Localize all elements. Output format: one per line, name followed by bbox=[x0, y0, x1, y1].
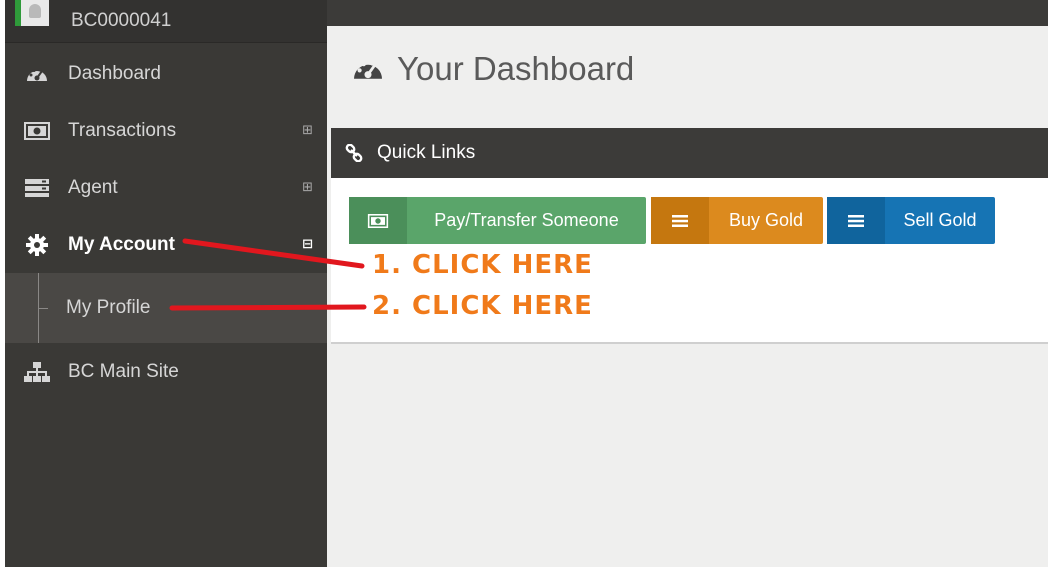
submenu-item-my-profile[interactable]: My Profile bbox=[66, 297, 150, 319]
money-icon bbox=[349, 197, 407, 244]
sidebar-item-label: Dashboard bbox=[68, 62, 161, 84]
panel-title: Quick Links bbox=[377, 142, 476, 163]
sidebar-item-bc-main-site[interactable]: BC Main Site bbox=[5, 343, 327, 400]
pay-transfer-button[interactable]: Pay/Transfer Someone bbox=[349, 197, 646, 244]
button-label: Buy Gold bbox=[728, 210, 804, 230]
sidebar-item-agent[interactable]: Agent ⊞ bbox=[5, 159, 327, 216]
sell-gold-button[interactable]: Sell Gold bbox=[827, 197, 995, 244]
tree-branch bbox=[38, 308, 48, 309]
submenu-my-account: My Profile bbox=[5, 273, 327, 343]
link-icon bbox=[345, 144, 365, 162]
button-label: Pay/Transfer Someone bbox=[434, 210, 619, 230]
expand-icon[interactable]: ⊞ bbox=[302, 180, 313, 195]
sidebar: BC0000041 Dashboard Transactions ⊞ Agent… bbox=[5, 0, 327, 567]
panel-header: Quick Links bbox=[331, 128, 1048, 178]
annotation-step1: 1. CLICK HERE bbox=[372, 250, 593, 280]
collapse-icon[interactable]: ⊟ bbox=[302, 237, 313, 252]
sidebar-item-my-account[interactable]: My Account ⊟ bbox=[5, 216, 327, 273]
sidebar-item-label: BC Main Site bbox=[68, 360, 179, 382]
button-label: Sell Gold bbox=[903, 210, 977, 230]
sitemap-icon bbox=[23, 361, 51, 383]
sidebar-item-label: Agent bbox=[68, 176, 118, 198]
list-icon bbox=[651, 197, 709, 244]
sidebar-item-transactions[interactable]: Transactions ⊞ bbox=[5, 102, 327, 159]
dashboard-gauge-icon bbox=[23, 63, 51, 85]
avatar[interactable] bbox=[15, 0, 49, 26]
dashboard-gauge-icon bbox=[351, 54, 387, 84]
sidebar-item-dashboard[interactable]: Dashboard bbox=[5, 45, 327, 102]
buy-gold-button[interactable]: Buy Gold bbox=[651, 197, 823, 244]
gear-icon bbox=[23, 233, 51, 256]
page-title: Your Dashboard bbox=[351, 50, 634, 88]
annotation-step2: 2. CLICK HERE bbox=[372, 291, 593, 321]
page-title-text: Your Dashboard bbox=[397, 50, 635, 87]
sidebar-item-label: Transactions bbox=[68, 119, 177, 141]
top-bar bbox=[327, 0, 1048, 26]
app-window: BC0000041 Dashboard Transactions ⊞ Agent… bbox=[5, 0, 1048, 567]
list-icon bbox=[827, 197, 885, 244]
server-stack-icon bbox=[23, 177, 51, 199]
user-id: BC0000041 bbox=[71, 10, 172, 31]
expand-icon[interactable]: ⊞ bbox=[302, 123, 313, 138]
sidebar-item-label: My Account bbox=[68, 233, 175, 255]
money-icon bbox=[23, 120, 51, 142]
user-panel: BC0000041 bbox=[5, 0, 327, 43]
